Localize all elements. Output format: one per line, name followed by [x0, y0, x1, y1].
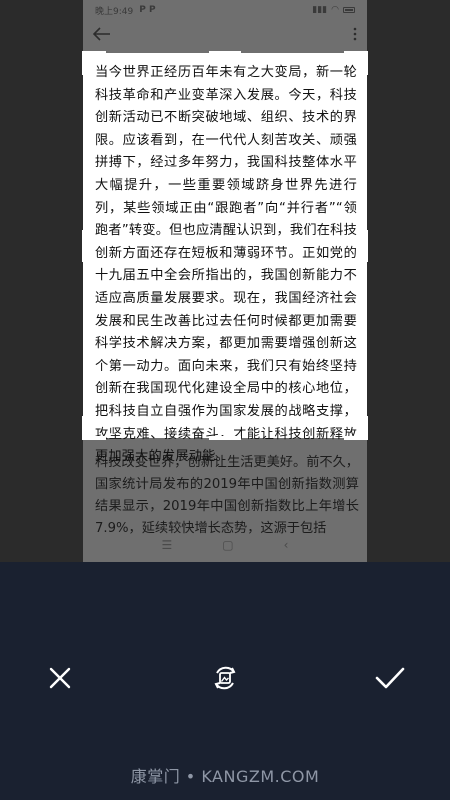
status-time: 晚上9:49 — [95, 6, 134, 17]
source-toolbar — [83, 22, 367, 48]
crop-handle-bottom-left-vertical[interactable] — [82, 416, 86, 440]
checkmark-icon — [375, 666, 405, 694]
crop-handle-top-edge[interactable] — [209, 51, 241, 55]
back-icon: ‹ — [283, 538, 289, 552]
source-nav-bar: ☰ ▢ ‹ — [83, 528, 367, 562]
confirm-button[interactable] — [366, 656, 414, 704]
crop-handle-right-edge[interactable] — [364, 230, 368, 262]
close-icon — [48, 666, 72, 694]
crop-handle-left-edge[interactable] — [82, 230, 86, 262]
wifi-icon: ◠ — [331, 5, 339, 15]
battery-icon — [343, 7, 355, 13]
photo-preview: 晚上9:49 P P ▮▮▮ ◠ 科技改变世界，创新让生活更美好。前不久，国家统… — [0, 0, 450, 562]
signal-icon: ▮▮▮ — [312, 5, 328, 15]
menu-icon: ☰ — [161, 538, 173, 552]
rotate-image-icon — [211, 664, 239, 696]
cropped-text: 当今世界正经历百年未有之大变局，新一轮科技革命和产业变革深入发展。今天，科技创新… — [95, 65, 357, 465]
watermark: 康掌门 • KANGZM.COM — [130, 767, 320, 786]
carrier-icons: P P — [139, 5, 156, 15]
cancel-button[interactable] — [36, 656, 84, 704]
crop-handle-bottom-edge[interactable] — [209, 436, 241, 440]
back-arrow-icon — [92, 25, 111, 46]
home-icon: ▢ — [222, 538, 234, 552]
status-bar: 晚上9:49 P P ▮▮▮ ◠ — [83, 0, 367, 20]
more-vert-icon — [353, 25, 357, 46]
crop-handle-bottom-right-vertical[interactable] — [364, 416, 368, 440]
crop-handle-top-left-vertical[interactable] — [82, 51, 86, 75]
rotate-button[interactable] — [201, 656, 249, 704]
crop-handle-top-right-vertical[interactable] — [364, 51, 368, 75]
